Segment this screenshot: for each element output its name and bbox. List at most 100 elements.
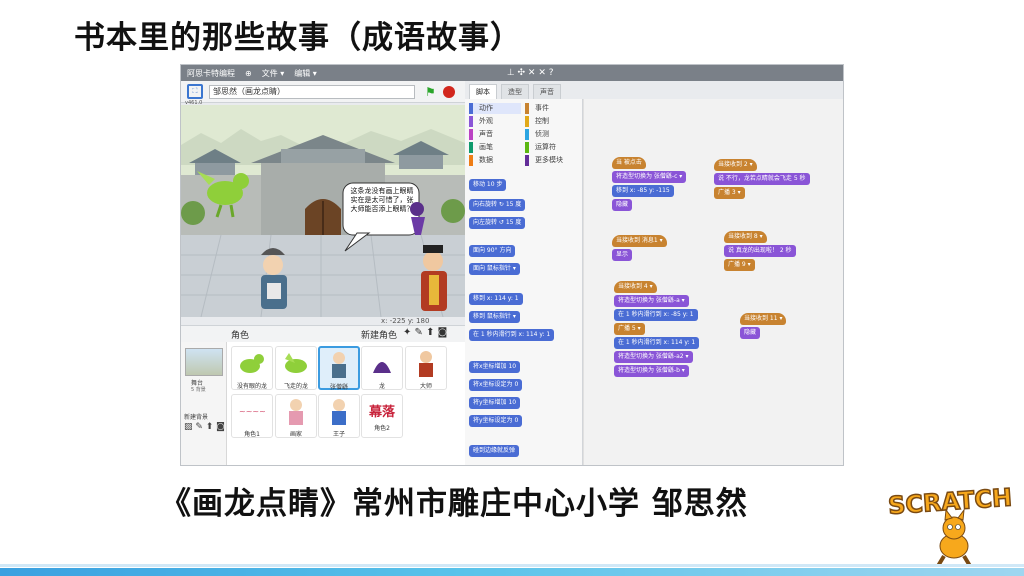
script-block[interactable]: 将造型切换为 张僧繇-a2 ▾ [614, 351, 693, 363]
block-go-to-xy[interactable]: 移到 x: 114 y: 1 [469, 293, 523, 305]
fullscreen-icon[interactable]: ⛶ [187, 84, 203, 99]
script-area[interactable]: 当 被点击 将造型切换为 张僧繇-c ▾ 移到 x: -85 y: -115 隐… [583, 99, 843, 465]
sprite-name: 龙 [378, 383, 385, 390]
stage-thumbnail-image [185, 348, 223, 376]
new-backdrop-label: 新建背景 [184, 414, 209, 421]
dragon-thumb-icon [373, 362, 391, 373]
block-set-y[interactable]: 将y坐标设定为 0 [469, 415, 523, 427]
sprite-pane: 角色 新建角色 ✦ ✎ ⬆ ◙ 舞台 5 背景 新建背景 ▨ ✎ ⬆ ◙ 没有眼… [181, 325, 465, 465]
sprite-thumb-1[interactable]: 没有眼的龙 [231, 346, 273, 390]
tab-costumes[interactable]: 造型 [501, 84, 529, 99]
new-sprite-tools[interactable]: ✦ ✎ ⬆ ◙ [403, 327, 447, 338]
sprite-name: 张僧繇 [329, 384, 348, 391]
block-go-to[interactable]: 移到 鼠标指针 ▾ [469, 311, 520, 323]
script-block[interactable]: 广播 3 ▾ [714, 187, 745, 199]
category-sound[interactable]: 声音 [469, 129, 521, 140]
stage-backdrop-count: 5 背景 [191, 387, 206, 393]
project-name-input[interactable]: 邹思然（画龙点睛） [209, 85, 415, 99]
hat-green-flag[interactable]: 当 被点击 [612, 157, 646, 169]
block-bounce[interactable]: 碰到边缘就反弹 [469, 445, 520, 457]
hat-when-receive[interactable]: 当接收到 消息1 ▾ [612, 235, 667, 247]
app-name: 阿思卡特编程 [187, 68, 235, 78]
hat-when-receive[interactable]: 当接收到 8 ▾ [724, 231, 767, 243]
category-control[interactable]: 控制 [525, 116, 577, 127]
block-turn-left[interactable]: 向左旋转 ↺ 15 度 [469, 217, 526, 229]
dragon-thumb-icon [285, 353, 307, 373]
hat-when-receive[interactable]: 当接收到 4 ▾ [614, 281, 657, 293]
editor-tabs: 脚本 造型 声音 [465, 81, 843, 99]
block-change-y[interactable]: 将y坐标增加 10 [469, 397, 521, 409]
sprite-thumb-9[interactable]: 幕落 角色2 [361, 394, 403, 438]
sprite-thumb-6[interactable]: ~~~~ 角色1 [231, 394, 273, 438]
sprite-name: 画家 [289, 431, 302, 438]
script-block[interactable]: 显示 [612, 249, 633, 261]
block-set-x[interactable]: 将x坐标设定为 0 [469, 379, 523, 391]
sprite-thumb-4[interactable]: 龙 [361, 346, 403, 390]
category-sensing[interactable]: 侦测 [525, 129, 577, 140]
sprite-thumb-5[interactable]: 大师 [405, 346, 447, 390]
toolbar-icons[interactable]: ⊥ ✣ ✕ ✕ ? [507, 68, 554, 78]
script-block[interactable]: 移到 x: -85 y: -115 [612, 185, 674, 197]
stage-scene [181, 105, 465, 317]
script-block[interactable]: 将造型切换为 张僧繇-c ▾ [612, 171, 687, 183]
sprite-name: 角色1 [244, 431, 260, 438]
artist-thumb-icon [289, 399, 303, 425]
globe-icon[interactable]: ⊕ [245, 69, 252, 78]
sprite-name: 飞走的龙 [283, 383, 308, 390]
file-menu[interactable]: 文件 ▾ [262, 68, 285, 79]
stage-thumbnail[interactable]: 舞台 5 背景 新建背景 ▨ ✎ ⬆ ◙ [181, 342, 227, 465]
edit-menu[interactable]: 编辑 ▾ [294, 68, 317, 79]
block-glide[interactable]: 在 1 秒内滑行到 x: 114 y: 1 [469, 329, 555, 341]
script-block[interactable]: 在 1 秒内滑行到 x: -85 y: 1 [614, 309, 698, 321]
tab-scripts[interactable]: 脚本 [469, 84, 497, 99]
block-move-steps[interactable]: 移动 10 步 [469, 179, 507, 191]
sprite-thumb-3-selected[interactable]: 张僧繇 [318, 346, 360, 391]
block-turn-right[interactable]: 向右旋转 ↻ 15 度 [469, 199, 526, 211]
script-block[interactable]: 隐藏 [740, 327, 761, 339]
footer-line [0, 564, 1024, 567]
sprite-name: 角色2 [374, 425, 390, 432]
sprite-thumb-7[interactable]: 画家 [275, 394, 317, 438]
category-events[interactable]: 事件 [525, 103, 577, 114]
speech-bubble-text: 这条龙没有画上眼睛实在是太可惜了，张大师能否添上眼睛？ [350, 187, 414, 213]
category-more-blocks[interactable]: 更多模块 [525, 155, 577, 166]
slide-title: 书本里的那些故事（成语故事） [74, 20, 522, 56]
prince-thumb-icon [332, 399, 346, 425]
sprite-name: 没有眼的龙 [236, 383, 267, 390]
mouse-coordinates: x: -225 y: 180 [381, 317, 430, 325]
green-flag-icon[interactable]: ⚑ [425, 85, 436, 99]
block-point-towards[interactable]: 面向 鼠标指针 ▾ [469, 263, 520, 275]
category-data[interactable]: 数据 [469, 155, 521, 166]
menu-bar: 阿思卡特编程 ⊕ 文件 ▾ 编辑 ▾ ⊥ ✣ ✕ ✕ ? [181, 65, 843, 81]
tab-sounds[interactable]: 声音 [533, 84, 561, 99]
script-block[interactable]: 广播 5 ▾ [614, 323, 645, 335]
hat-when-receive[interactable]: 当接收到 11 ▾ [740, 313, 787, 325]
block-change-x[interactable]: 将x坐标增加 10 [469, 361, 521, 373]
scratch-logo: SCRATCH [886, 483, 1014, 568]
dragon-thumb-icon [240, 354, 264, 373]
block-point-direction[interactable]: 面向 90° 方向 [469, 245, 516, 257]
svg-text:SCRATCH: SCRATCH [887, 483, 1013, 520]
script-block[interactable]: 说 真龙的出现啦！ 2 秒 [724, 245, 796, 257]
stop-icon[interactable] [443, 86, 455, 98]
new-backdrop-tools[interactable]: ▨ ✎ ⬆ ◙ [184, 422, 225, 432]
script-block[interactable]: 将造型切换为 张僧繇-a ▾ [614, 295, 689, 307]
script-block[interactable]: 说 不行，龙若点睛就会飞走 5 秒 [714, 173, 810, 185]
sprite-thumb-8[interactable]: 王子 [318, 394, 360, 438]
hat-when-receive[interactable]: 当接收到 2 ▾ [714, 159, 757, 171]
emperor-thumb-icon [419, 351, 433, 377]
stage-header: ⛶ v461.0 邹思然（画龙点睛） ⚑ [181, 81, 465, 106]
script-block[interactable]: 隐藏 [612, 199, 633, 211]
category-looks[interactable]: 外观 [469, 116, 521, 127]
stage[interactable]: 这条龙没有画上眼睛实在是太可惜了，张大师能否添上眼睛？ [181, 105, 465, 317]
block-palette: 动作 事件 外观 控制 声音 侦测 画笔 运算符 数据 更多模块 移动 10 步… [465, 99, 583, 465]
script-block[interactable]: 将造型切换为 张僧繇-b ▾ [614, 365, 689, 377]
category-pen[interactable]: 画笔 [469, 142, 521, 153]
script-block[interactable]: 在 1 秒内滑行到 x: 114 y: 1 [614, 337, 700, 349]
sprite-thumb-2[interactable]: 飞走的龙 [275, 346, 317, 390]
category-motion[interactable]: 动作 [469, 103, 521, 114]
script-block[interactable]: 广播 9 ▾ [724, 259, 755, 271]
category-operators[interactable]: 运算符 [525, 142, 577, 153]
svg-text:~~~~: ~~~~ [239, 407, 266, 416]
sprite-name: 王子 [332, 431, 345, 438]
